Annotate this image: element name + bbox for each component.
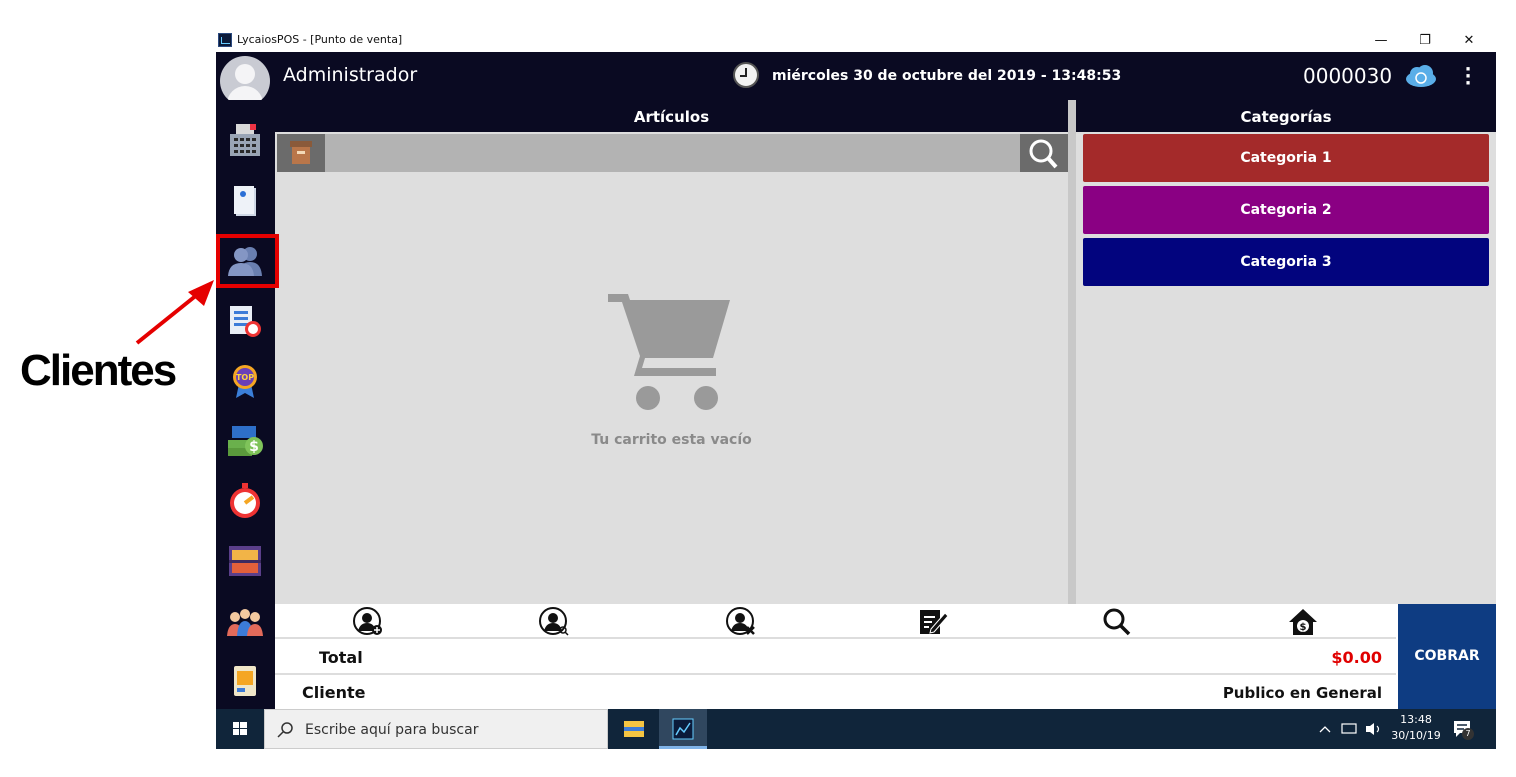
menu-kebab-icon[interactable]: · · · [1464,61,1472,93]
category-button-3[interactable]: Categoria 3 [1083,238,1489,286]
money-icon[interactable]: $ [226,422,264,460]
articles-header: Artículos [275,100,1068,132]
report-clock-icon[interactable] [226,302,264,340]
sidebar: TOP $ [216,100,275,709]
svg-text:$: $ [249,439,259,455]
user-name: Administrador [283,64,418,86]
datetime: miércoles 30 de octubre del 2019 - 13:48… [772,68,1122,84]
svg-text:$: $ [1300,622,1307,633]
categories-header: Categorías [1076,100,1496,132]
panel-divider[interactable] [1068,100,1076,604]
window-title: LycaiosPOS - [Punto de venta] [237,33,403,46]
article-search-input[interactable] [326,134,1020,172]
categories-panel: Categoria 1 Categoria 2 Categoria 3 [1076,132,1496,604]
notification-count: 7 [1462,728,1474,740]
people-icon[interactable] [226,602,264,640]
empty-cart-message: Tu carrito esta vacío [591,432,752,448]
empty-cart-icon [608,294,730,410]
device-icon[interactable] [226,662,264,700]
totals-divider [275,673,1396,675]
total-value: $0.00 [1331,648,1382,667]
clientes-highlight-box [216,234,279,288]
client-label: Cliente [302,683,366,702]
category-button-1[interactable]: Categoria 1 [1083,134,1489,182]
clock-icon [733,62,759,88]
product-box-icon[interactable] [277,134,325,172]
system-tray-icons[interactable] [1316,721,1386,737]
minimize-button[interactable]: — [1358,30,1404,52]
user-add-icon[interactable] [353,607,385,637]
total-label: Total [319,648,363,667]
client-value: Publico en General [1222,684,1382,702]
register-icon[interactable] [226,122,264,160]
taskbar-time: 13:48 [1400,713,1432,726]
user-remove-icon[interactable] [726,607,758,637]
cobrar-button[interactable]: COBRAR [1396,604,1496,709]
svg-text:TOP: TOP [236,373,254,382]
lycaios-taskbar-icon[interactable] [659,709,707,749]
article-search-bar [277,134,1068,172]
windows-start-icon[interactable] [216,709,264,749]
app-header: Administrador miércoles 30 de octubre de… [216,52,1496,106]
user-search-icon[interactable] [539,607,571,637]
category-button-2[interactable]: Categoria 2 [1083,186,1489,234]
notebook-icon[interactable] [226,182,264,220]
client-actions-bar: $ [275,604,1396,639]
ticket-folio: 0000030 [1303,64,1393,88]
avatar[interactable] [220,56,270,106]
cloud-sync-icon[interactable] [1404,64,1438,88]
stopwatch-icon[interactable] [226,482,264,520]
title-bar: LycaiosPOS - [Punto de venta] — ❐ ✕ [216,30,1496,52]
app-logo-icon [218,33,232,47]
notifications-icon[interactable]: 7 [1452,718,1474,740]
restore-button[interactable]: ❐ [1402,30,1448,52]
taskbar-search-icon [277,722,293,738]
totals-panel: Total $0.00 Cliente Publico en General [275,639,1396,709]
app-window: LycaiosPOS - [Punto de venta] — ❐ ✕ Admi… [216,30,1496,749]
file-explorer-icon[interactable] [610,709,658,749]
top-badge-icon[interactable]: TOP [226,362,264,400]
taskbar-clock[interactable]: 13:48 30/10/19 [1391,712,1441,744]
search-icon[interactable] [1101,607,1133,637]
taskbar-search-field[interactable]: Escribe aquí para buscar [264,709,608,749]
windows-taskbar: Escribe aquí para buscar 13:48 30/10/19 [216,709,1496,749]
search-icon[interactable] [1020,134,1068,172]
close-button[interactable]: ✕ [1446,30,1492,52]
avatar-head [235,64,255,84]
house-dollar-icon[interactable]: $ [1287,607,1319,637]
taskbar-search-placeholder: Escribe aquí para buscar [305,722,479,738]
shelf-icon[interactable] [226,542,264,580]
articles-panel: Tu carrito esta vacío [275,132,1068,604]
edit-note-icon[interactable] [917,607,949,637]
taskbar-date: 30/10/19 [1391,729,1441,742]
